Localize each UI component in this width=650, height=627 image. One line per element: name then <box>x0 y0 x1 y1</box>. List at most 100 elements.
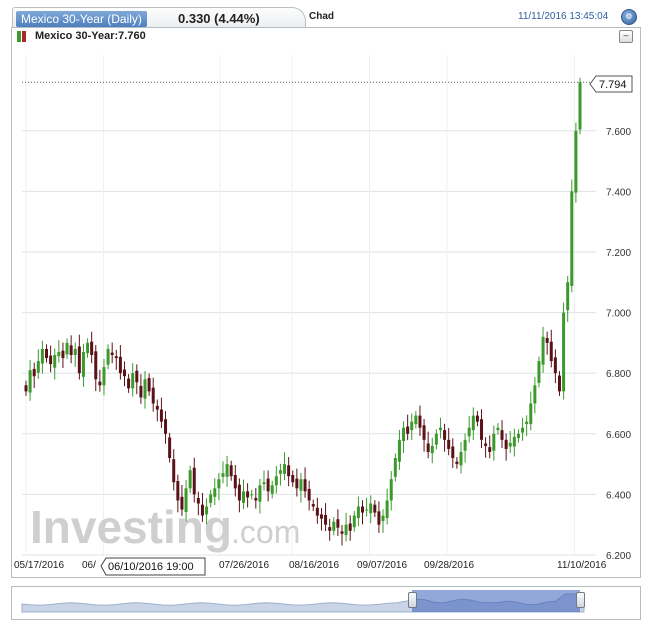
candle-body <box>549 341 553 362</box>
candle-body <box>340 531 344 534</box>
y-tick-label: 7.600 <box>606 127 631 138</box>
candle-body <box>110 352 114 355</box>
candle-body <box>475 415 479 422</box>
candle-body <box>229 465 233 477</box>
candle-body <box>311 504 315 507</box>
candle-body <box>61 350 65 359</box>
candle-body <box>397 439 401 462</box>
candle-body <box>53 355 57 368</box>
candle-body <box>504 439 508 449</box>
candle-body <box>49 355 53 365</box>
candle-body <box>159 409 163 422</box>
candle-body <box>196 498 200 504</box>
candle-body <box>385 500 389 519</box>
candle-body <box>188 470 192 489</box>
candle-body <box>352 515 356 528</box>
candle-body <box>426 443 430 452</box>
candle-body <box>377 511 381 525</box>
candle-body <box>389 479 393 501</box>
candle-body <box>480 419 484 440</box>
candle-body <box>533 385 537 404</box>
candle-body <box>69 345 73 355</box>
candle-body <box>127 378 131 389</box>
candle-body <box>40 348 44 364</box>
candle-body <box>98 381 102 386</box>
candle-body <box>266 478 270 492</box>
candle-body <box>418 415 422 428</box>
price-chart[interactable]: 7.600 7.400 7.200 7.000 6.800 6.600 6.400 6.200… <box>0 0 650 627</box>
candle-body <box>147 378 151 392</box>
candle-body <box>250 494 254 496</box>
candle-body <box>488 447 492 452</box>
candle-body <box>73 348 77 355</box>
candle-body <box>114 356 118 359</box>
candle-body <box>508 442 512 447</box>
candle-body <box>393 458 397 477</box>
candle-body <box>492 433 496 451</box>
candle-body <box>65 342 69 355</box>
candle-body <box>328 527 332 531</box>
candle-body <box>32 368 36 377</box>
candle-body <box>319 514 323 519</box>
candle-body <box>463 439 467 451</box>
y-tick-label: 7.000 <box>606 309 631 320</box>
last-price-label: 7.794 <box>599 79 627 91</box>
candle-body <box>381 515 385 522</box>
candle-body <box>270 485 274 494</box>
navigator-left-handle[interactable] <box>408 592 417 608</box>
candle-body <box>221 473 225 477</box>
candle-body <box>77 346 81 374</box>
candle-body <box>307 488 311 501</box>
candle-body <box>443 430 447 440</box>
candle-body <box>348 523 352 531</box>
candle-body <box>336 519 340 528</box>
candle-body <box>184 488 188 512</box>
candle-body <box>447 439 451 449</box>
candle-body <box>139 385 143 398</box>
candle-body <box>81 351 85 377</box>
candle-body <box>262 482 266 485</box>
candle-body <box>278 470 282 474</box>
candle-body <box>574 130 578 193</box>
candle-body <box>225 464 229 477</box>
candle-body <box>122 369 126 377</box>
candle-body <box>258 485 262 502</box>
candle-body <box>86 342 90 354</box>
x-tick-label: 09/07/2016 <box>357 560 407 571</box>
candle-body <box>541 336 545 365</box>
candle-body <box>545 338 549 343</box>
candle-body <box>143 379 147 399</box>
plot-area <box>22 55 596 555</box>
candle-body <box>172 459 176 483</box>
candle-body <box>94 351 98 380</box>
candle-body <box>274 476 278 486</box>
candle-body <box>237 484 241 501</box>
candle-body <box>303 479 307 492</box>
candle-body <box>90 341 94 355</box>
candle-body <box>430 445 434 454</box>
x-tick-label: 11/10/2016 <box>557 560 607 571</box>
candle-body <box>562 312 566 392</box>
navigator-panel[interactable] <box>11 586 641 620</box>
candle-body <box>344 524 348 535</box>
candle-body <box>36 361 40 373</box>
candle-body <box>471 415 475 431</box>
candle-body <box>135 370 139 383</box>
y-tick-label: 6.600 <box>606 430 631 441</box>
candle-body <box>406 426 410 434</box>
candle-body <box>500 430 504 440</box>
candle-body <box>241 491 245 503</box>
candle-body <box>369 503 373 514</box>
candle-body <box>496 427 500 431</box>
candle-body <box>459 451 463 466</box>
candle-body <box>361 506 365 513</box>
candle-body <box>525 421 529 425</box>
candle-body <box>332 521 336 531</box>
candle-body <box>287 465 291 477</box>
navigator-right-handle[interactable] <box>576 592 585 608</box>
candle-body <box>213 488 217 497</box>
watermark-suffix: .com <box>231 514 300 550</box>
candle-body <box>315 507 319 516</box>
candle-body <box>180 496 184 510</box>
candle-body <box>414 415 418 425</box>
